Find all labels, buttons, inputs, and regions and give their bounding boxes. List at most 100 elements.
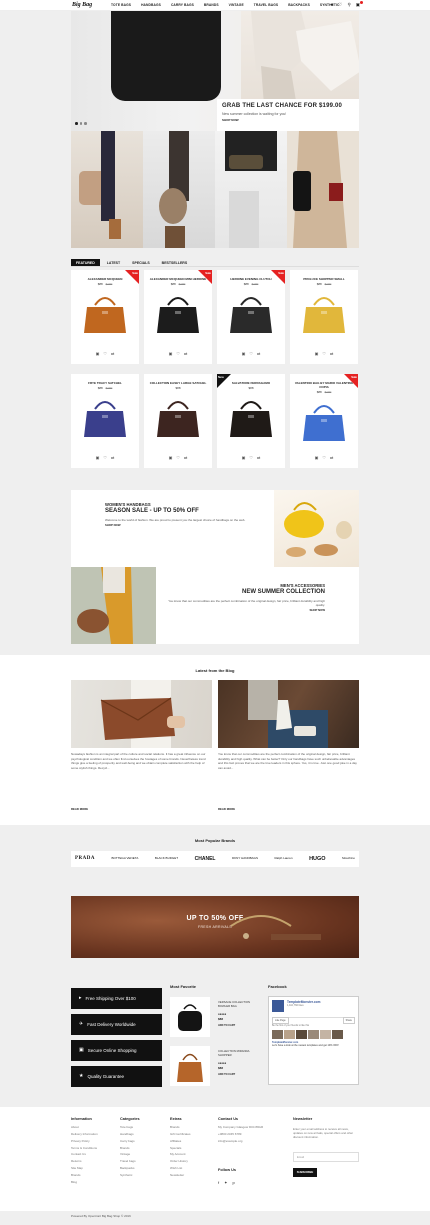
promo-shop-now-link[interactable]: SHOP NOW: [105, 523, 265, 527]
product-image[interactable]: [71, 289, 139, 337]
favorite-product-image[interactable]: [170, 1046, 210, 1086]
compare-icon[interactable]: ⇄: [184, 455, 187, 460]
footer-link[interactable]: Delivery Information: [71, 1132, 98, 1137]
footer-link[interactable]: Travel bags: [120, 1160, 140, 1164]
product-card[interactable]: Sale ALEXANDER MCQUEEN $88 $100 ▣ ♡ ⇄: [71, 270, 139, 364]
slider-dot[interactable]: [79, 122, 82, 125]
facebook-icon[interactable]: f: [218, 1180, 219, 1185]
footer-link[interactable]: +0800 2345 6789: [218, 1132, 263, 1137]
footer-link[interactable]: Contact Us: [71, 1153, 98, 1157]
footer-link[interactable]: Brands: [71, 1174, 98, 1178]
footer-link[interactable]: About: [71, 1125, 98, 1130]
compare-icon[interactable]: ⇄: [257, 351, 260, 356]
brand-logo[interactable]: BOTTEGA VENETA: [112, 856, 139, 861]
gallery-image[interactable]: [215, 131, 287, 248]
facebook-share-button[interactable]: Share: [342, 1017, 355, 1024]
product-image[interactable]: [144, 393, 212, 441]
logo[interactable]: Big Bag: [72, 2, 92, 10]
brand-logo[interactable]: BLACK BUDGET: [155, 856, 178, 861]
product-card[interactable]: FRYE TRACY SATCHEL $88 $100 ▣ ♡ ⇄: [71, 374, 139, 468]
brand-logo[interactable]: DKNY HANDBAGS: [232, 856, 258, 861]
facebook-widget[interactable]: TemplateMonster.com 1,110,766 likes Like…: [268, 996, 359, 1085]
product-card[interactable]: Sale ALEXANDER MCQUEEN MINI HEROINE $88 …: [144, 270, 212, 364]
nav-item[interactable]: BRANDS: [199, 3, 224, 7]
compare-icon[interactable]: ⇄: [330, 455, 333, 460]
brand-logo[interactable]: Ralph Lauren: [275, 856, 293, 861]
heart-icon[interactable]: ♡: [338, 2, 342, 8]
add-to-cart-link[interactable]: ADD TO CART: [218, 1073, 235, 1076]
blog-post-image[interactable]: [71, 680, 212, 748]
nav-item[interactable]: TRAVEL BAGS: [249, 3, 283, 7]
footer-link[interactable]: Affiliates: [170, 1139, 191, 1144]
product-image[interactable]: [217, 393, 285, 441]
compare-icon[interactable]: ⇄: [184, 351, 187, 356]
subscribe-button[interactable]: SUBSCRIBE: [293, 1168, 317, 1177]
add-to-cart-icon[interactable]: ▣: [315, 351, 319, 356]
gallery-image[interactable]: [287, 131, 359, 248]
twitter-icon[interactable]: ✦: [224, 1180, 227, 1185]
product-image[interactable]: [290, 289, 358, 337]
gallery-image[interactable]: [71, 131, 143, 248]
product-card[interactable]: Sale VALENTINO BAG BY MARIO VALENTINO CO…: [290, 374, 358, 468]
product-card[interactable]: PROLUCE SHOPPER SMALL $88 $100 ▣ ♡ ⇄: [290, 270, 358, 364]
footer-link[interactable]: Brands: [120, 1146, 140, 1151]
blog-read-more-link[interactable]: READ MORE: [218, 807, 235, 811]
footer-link[interactable]: Vintage: [120, 1153, 140, 1157]
footer-link[interactable]: Tote bags: [120, 1125, 140, 1130]
slider-dot[interactable]: [84, 122, 87, 125]
compare-icon[interactable]: ⇄: [111, 351, 114, 356]
compare-icon[interactable]: ⇄: [330, 351, 333, 356]
footer-link[interactable]: Backpacks: [120, 1167, 140, 1171]
product-image[interactable]: [71, 393, 139, 441]
product-card[interactable]: New SALVATORE FERRAGAMO $88 ▣ ♡ ⇄: [217, 374, 285, 468]
product-image[interactable]: [217, 289, 285, 337]
footer-link[interactable]: Brands: [170, 1125, 191, 1130]
nav-item[interactable]: HANDBAGS: [136, 3, 166, 7]
brand-logo[interactable]: Moschino: [342, 856, 355, 861]
product-card[interactable]: COLLECTION EASEY LARGE SATCHEL $88 ▣ ♡ ⇄: [144, 374, 212, 468]
wishlist-heart-icon[interactable]: ♡: [176, 455, 180, 460]
favorite-product-name[interactable]: VERSACE COLLECTION BOWLER BAG: [218, 1000, 254, 1008]
wishlist-heart-icon[interactable]: ♡: [176, 351, 180, 356]
slider-dot[interactable]: [75, 122, 78, 125]
blog-post-image[interactable]: [218, 680, 359, 748]
search-icon[interactable]: ⚲: [347, 2, 350, 8]
cart-icon[interactable]: ▣: [356, 1, 363, 8]
wishlist-heart-icon[interactable]: ♡: [249, 351, 253, 356]
product-name[interactable]: COLLECTION EASEY LARGE SATCHEL: [144, 374, 212, 386]
footer-link[interactable]: Carry bags: [120, 1139, 140, 1144]
product-image[interactable]: [290, 397, 358, 445]
favorite-product-name[interactable]: COLLECTION MIRANDA SHOPPER: [218, 1049, 254, 1057]
wishlist-heart-icon[interactable]: ♡: [103, 455, 107, 460]
newsletter-email-input[interactable]: Email: [293, 1152, 359, 1162]
sale-banner[interactable]: UP TO 50% OFF FRESH ARRIVALS: [71, 896, 359, 958]
compare-icon[interactable]: ⇄: [257, 455, 260, 460]
wishlist-heart-icon[interactable]: ♡: [103, 351, 107, 356]
footer-link[interactable]: Blog: [71, 1180, 98, 1185]
compare-icon[interactable]: ⇄: [111, 455, 114, 460]
wishlist-heart-icon[interactable]: ♡: [322, 455, 326, 460]
add-to-cart-icon[interactable]: ▣: [96, 455, 100, 460]
footer-link[interactable]: Specials: [170, 1146, 191, 1151]
add-to-cart-icon[interactable]: ▣: [169, 455, 173, 460]
footer-link[interactable]: Site Map: [71, 1167, 98, 1171]
facebook-like-button[interactable]: Like Page: [272, 1017, 289, 1024]
brand-logo[interactable]: HUGO: [309, 856, 326, 863]
footer-link[interactable]: Handbags: [120, 1132, 140, 1137]
add-to-cart-link[interactable]: ADD TO CART: [218, 1024, 235, 1027]
promo-shop-now-link[interactable]: SHOP NOW: [165, 608, 326, 612]
product-name[interactable]: FRYE TRACY SATCHEL: [71, 374, 139, 386]
product-image[interactable]: [144, 289, 212, 337]
add-to-cart-icon[interactable]: ▣: [315, 455, 319, 460]
brand-logo[interactable]: PRADA: [75, 856, 95, 862]
product-name[interactable]: PROLUCE SHOPPER SMALL: [290, 270, 358, 282]
footer-link[interactable]: Wish List: [170, 1167, 191, 1171]
favorite-product-image[interactable]: [170, 997, 210, 1037]
wishlist-heart-icon[interactable]: ♡: [322, 351, 326, 356]
add-to-cart-icon[interactable]: ▣: [96, 351, 100, 356]
hero-slider[interactable]: GRAB THE LAST CHANCE FOR $199.00 New sum…: [71, 11, 359, 131]
wishlist-heart-icon[interactable]: ♡: [249, 455, 253, 460]
user-icon[interactable]: ●: [331, 2, 334, 8]
footer-link[interactable]: Returns: [71, 1160, 98, 1164]
product-card[interactable]: Sale HEROINE EVENING CLUTCH $88 $100 ▣ ♡…: [217, 270, 285, 364]
